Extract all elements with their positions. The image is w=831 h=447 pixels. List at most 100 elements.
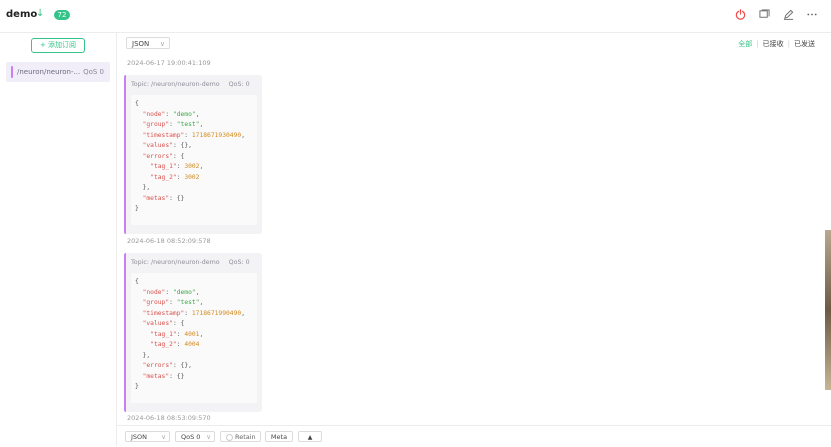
window-icon[interactable] — [757, 7, 771, 21]
payload-line: "tag_2": 3002 — [150, 173, 200, 181]
message-header: Topic: /neuron/neuron-demo QoS: 0 — [131, 81, 250, 88]
filter-received[interactable]: 已接收 — [759, 40, 788, 48]
payload-key: "values" — [142, 320, 173, 327]
chevron-down-icon: ∨ — [206, 433, 211, 441]
payload-key: "errors" — [142, 362, 173, 369]
more-icon[interactable] — [805, 7, 819, 21]
payload-value: 3002 — [184, 173, 200, 181]
payload-line: "errors": {}, — [142, 362, 192, 369]
chevron-down-icon: ∨ — [161, 433, 166, 441]
payload-key: "metas" — [142, 372, 170, 380]
payload-format-select[interactable]: JSON ∨ — [126, 37, 170, 49]
publish-qos-value: QoS 0 — [181, 433, 201, 441]
message-timestamp: 2024-06-18 08:52:09:578 — [127, 237, 211, 245]
payload-value: "test" — [176, 121, 200, 128]
retain-label: Retain — [235, 433, 256, 441]
payload-key: "group" — [142, 299, 170, 306]
radio-icon — [226, 434, 233, 441]
chevron-down-icon: ∨ — [159, 40, 165, 48]
subscription-item[interactable]: /neuron/neuron-... QoS 0 — [6, 62, 110, 82]
payload-key: "tag_2" — [150, 341, 177, 348]
background-image-edge — [825, 230, 831, 390]
payload-value: "test" — [176, 299, 200, 306]
publish-bar: JSON ∨ QoS 0 ∨ Retain Meta ▲ — [117, 425, 831, 447]
payload-value: { — [180, 152, 185, 160]
payload-line: } — [135, 205, 139, 212]
message-header: Topic: /neuron/neuron-demo QoS: 0 — [131, 259, 250, 266]
message-color-bar — [124, 253, 126, 412]
meta-button[interactable]: Meta — [265, 431, 293, 442]
payload-value: 1718671930490 — [191, 131, 242, 139]
payload-key: "tag_1" — [150, 163, 177, 170]
top-actions — [733, 7, 819, 21]
edit-icon[interactable] — [781, 7, 795, 21]
message-count-badge: 72 — [54, 10, 70, 20]
payload-key: "errors" — [142, 152, 173, 160]
payload-line: "tag_1": 4001, — [150, 330, 204, 338]
payload-value: {} — [180, 142, 189, 149]
payload-key: "tag_2" — [150, 173, 177, 181]
publish-qos-select[interactable]: QoS 0 ∨ — [175, 431, 215, 442]
message-topic: Topic: /neuron/neuron-demo — [131, 81, 220, 88]
payload-key: "timestamp" — [142, 309, 185, 317]
double-chevron-icon[interactable]: ↓ — [36, 8, 44, 19]
payload-value: { — [180, 320, 185, 327]
payload-key: "values" — [142, 142, 173, 149]
filter-all[interactable]: 全部 — [734, 40, 756, 48]
message-bubble: Topic: /neuron/neuron-demo QoS: 0 { "node… — [124, 253, 262, 412]
publish-format-select[interactable]: JSON ∨ — [125, 431, 170, 442]
payload-value: "demo" — [172, 110, 196, 118]
payload-value: 3002 — [184, 163, 200, 170]
payload-line: { — [135, 100, 139, 107]
payload-value: 4001 — [184, 330, 200, 338]
payload-line: "group": "test", — [142, 121, 204, 128]
payload-key: "tag_1" — [150, 330, 177, 338]
message-payload: { "node": "demo", "group": "test", "time… — [131, 95, 257, 225]
payload-value: "demo" — [172, 288, 196, 296]
subscription-sidebar: + 添加订阅 /neuron/neuron-... QoS 0 — [0, 33, 117, 446]
payload-line: "node": "demo", — [142, 110, 200, 118]
payload-line: "timestamp": 1718671930490, — [142, 131, 245, 139]
payload-value: {} — [176, 194, 185, 202]
add-subscription-button[interactable]: + 添加订阅 — [31, 38, 85, 53]
message-qos: QoS: 0 — [228, 81, 250, 88]
payload-line: }, — [135, 184, 151, 191]
subscription-topic: /neuron/neuron-... — [17, 68, 81, 76]
filter-sent[interactable]: 已发送 — [790, 40, 819, 48]
top-bar: demo ↓ 72 — [0, 0, 831, 33]
payload-line: { — [135, 278, 139, 285]
subscription-color-bar — [11, 66, 13, 78]
payload-key: "node" — [142, 110, 166, 118]
payload-line: "group": "test", — [142, 299, 204, 306]
payload-line: "errors": { — [142, 152, 185, 160]
retain-toggle[interactable]: Retain — [220, 431, 261, 442]
message-timestamp: 2024-06-17 19:00:41:109 — [127, 59, 211, 67]
payload-line: "timestamp": 1718671990490, — [142, 309, 245, 317]
message-toolbar: JSON ∨ 全部 | 已接收 | 已发送 — [117, 33, 831, 53]
payload-line: "tag_2": 4004 — [150, 341, 200, 348]
message-bubble: Topic: /neuron/neuron-demo QoS: 0 { "node… — [124, 75, 262, 234]
payload-line: "metas": {} — [142, 194, 185, 202]
payload-line: "values": {}, — [142, 142, 192, 149]
payload-line: "tag_1": 3002, — [150, 163, 204, 170]
payload-key: "metas" — [142, 194, 170, 202]
payload-line: "metas": {} — [142, 372, 185, 380]
payload-value: {} — [176, 372, 185, 380]
payload-line: "values": { — [142, 320, 185, 327]
message-timestamp: 2024-06-18 08:53:09:570 — [127, 414, 211, 422]
publish-format-value: JSON — [131, 433, 148, 441]
expand-button[interactable]: ▲ — [298, 431, 322, 442]
payload-line: "node": "demo", — [142, 288, 200, 296]
payload-key: "timestamp" — [142, 131, 185, 139]
subscription-qos: QoS 0 — [83, 68, 104, 76]
power-icon[interactable] — [733, 7, 747, 21]
payload-value: 4004 — [184, 341, 200, 348]
payload-key: "node" — [142, 288, 166, 296]
message-topic: Topic: /neuron/neuron-demo — [131, 259, 220, 266]
payload-key: "group" — [142, 121, 170, 128]
message-color-bar — [124, 75, 126, 234]
payload-format-value: JSON — [132, 40, 150, 48]
caret-up-icon: ▲ — [307, 434, 313, 441]
payload-value: 1718671990490 — [191, 309, 242, 317]
connection-name: demo — [6, 9, 38, 20]
